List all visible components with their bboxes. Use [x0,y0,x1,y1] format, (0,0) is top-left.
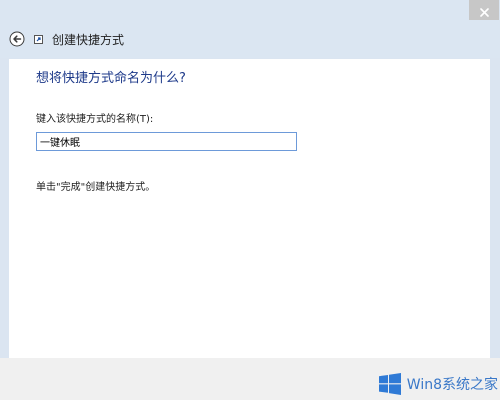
close-button[interactable] [469,0,499,20]
shortcut-name-label: 键入该快捷方式的名称(T): [36,114,154,125]
back-button[interactable] [9,31,25,47]
wizard-content: 想将快捷方式命名为什么? 键入该快捷方式的名称(T): 单击"完成"创建快捷方式… [9,59,490,358]
create-shortcut-window: 创建快捷方式 想将快捷方式命名为什么? 键入该快捷方式的名称(T): 单击"完成… [0,0,500,400]
close-icon [479,8,489,17]
shortcut-icon [34,35,43,44]
wizard-footer: Win8系统之家 [0,358,500,400]
watermark-text: Win8系统之家 [406,377,498,393]
watermark: Win8系统之家 [378,372,498,396]
page-heading: 想将快捷方式命名为什么? [36,71,186,86]
window-title: 创建快捷方式 [52,33,125,47]
windows-logo-icon [378,373,401,395]
title-bar: 创建快捷方式 [0,0,500,58]
back-arrow-icon [9,31,25,47]
shortcut-name-input[interactable] [36,132,297,151]
finish-hint: 单击"完成"创建快捷方式。 [36,182,156,193]
